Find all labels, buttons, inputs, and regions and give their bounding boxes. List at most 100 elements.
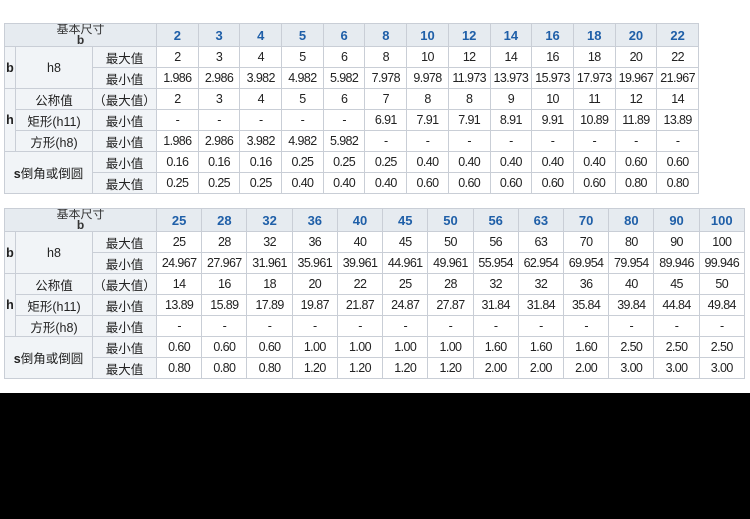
h-nominal-cell: 18	[246, 273, 293, 295]
h-rect-min-cell: 24.87	[382, 294, 429, 316]
b-min-cell: 2.986	[197, 67, 241, 89]
size-column-header: 22	[656, 23, 699, 47]
b-min-cell: 39.961	[336, 252, 384, 274]
s-min-cell: 0.40	[447, 151, 491, 173]
h-square-min-cell: 4.982	[281, 130, 324, 152]
b-min-cell: 1.986	[156, 67, 199, 89]
s-min-cell: 0.16	[239, 151, 283, 173]
s-min-cell: 0.60	[614, 151, 658, 173]
s-min-cell: 0.60	[201, 336, 248, 358]
s-max-cell: 0.60	[572, 172, 616, 194]
b-max-cell: 45	[382, 231, 429, 253]
h-rect-min-cell: 13.89	[656, 109, 699, 131]
b-min-cell: 17.973	[572, 67, 616, 89]
size-column-header: 3	[197, 23, 241, 47]
s-max-cell: 2.00	[517, 357, 565, 379]
square-min-label: 最小值	[91, 315, 158, 337]
h-rect-min-cell: 39.84	[608, 294, 655, 316]
s-min-cell: 1.00	[427, 336, 474, 358]
s-max-cell: 0.40	[322, 172, 366, 194]
h-rect-min-cell: -	[197, 109, 241, 131]
chamfer-label-cell: s倒角或倒圆	[4, 336, 93, 379]
b-max-cell: 25	[156, 231, 203, 253]
h-square-min-cell: -	[653, 315, 700, 337]
h-nominal-cell: 8	[447, 88, 491, 110]
size-column-header: 45	[382, 208, 429, 232]
b-symbol: b	[4, 231, 16, 274]
b-min-cell: 69.954	[562, 252, 610, 274]
s-max-cell: 0.60	[447, 172, 491, 194]
h-rect-min-cell: 27.87	[427, 294, 474, 316]
b-symbol: b	[4, 46, 16, 89]
h-nominal-row: h 公称值 （最大值） 14 16 18 20 22 25 28 32 32 36 40 45 50	[4, 273, 745, 337]
s-max-cell: 1.20	[291, 357, 338, 379]
b-min-cell: 15.973	[531, 67, 574, 89]
b-min-row: 最小值 1.986 2.986 3.982 4.982 5.982 7.978 9.978 11…	[5, 67, 699, 89]
h-rect-min-cell: 17.89	[246, 294, 293, 316]
s-min-cell: 0.60	[656, 151, 699, 173]
size-column-header: 8	[364, 23, 408, 47]
size-column-header: 63	[517, 208, 565, 232]
h-square-min-cell: -	[472, 315, 519, 337]
h-square-min-cell: -	[447, 130, 491, 152]
rect-label: 矩形(h11)	[15, 294, 93, 316]
b-max-cell: 10	[406, 46, 449, 68]
square-label: 方形(h8)	[15, 315, 93, 337]
chamfer-label: 倒角或倒圆	[20, 167, 84, 181]
h-square-min-cell: -	[382, 315, 429, 337]
h-rect-min-cell: 6.91	[364, 109, 408, 131]
b-min-cell: 44.961	[382, 252, 429, 274]
h-nominal-cell: 25	[382, 273, 429, 295]
s-max-cell: 0.40	[364, 172, 408, 194]
s-max-label: 最大值	[91, 172, 158, 194]
h-nominal-cell: 20	[291, 273, 338, 295]
h-nominal-cell: 8	[406, 88, 449, 110]
b-min-cell: 7.978	[364, 67, 408, 89]
h-square-min-cell: -	[572, 130, 616, 152]
size-column-header: 32	[246, 208, 293, 232]
h-square-min-cell: -	[656, 130, 699, 152]
b-min-row: 最小值 24.967 27.967 31.961 35.961 39.961 44.961 4…	[5, 252, 745, 274]
size-column-header: 18	[572, 23, 616, 47]
size-column-header: 70	[562, 208, 610, 232]
s-min-cell: 1.00	[291, 336, 338, 358]
s-min-cell: 2.50	[653, 336, 700, 358]
size-column-header: 80	[608, 208, 655, 232]
s-max-cell: 3.00	[653, 357, 700, 379]
h-square-row: 方形(h8) 最小值 - - - - - - - - - - - - -	[5, 315, 745, 337]
b-min-cell: 24.967	[156, 252, 203, 274]
h-square-min-cell: -	[291, 315, 338, 337]
h-rect-min-cell: -	[156, 109, 199, 131]
rect-label: 矩形(h11)	[15, 109, 93, 131]
size-column-header: 28	[201, 208, 248, 232]
h-symbol: h	[4, 88, 16, 152]
square-min-label: 最小值	[91, 130, 158, 152]
s-min-cell: 0.40	[572, 151, 616, 173]
h-nominal-cell: 32	[517, 273, 565, 295]
h-nominal-cell: 22	[336, 273, 384, 295]
size-column-header: 12	[447, 23, 491, 47]
h-nominal-cell: 5	[281, 88, 324, 110]
h-rect-row: 矩形(h11) 最小值 13.89 15.89 17.89 19.87 21.87 24.87…	[5, 294, 745, 316]
size-header-row: 基本尺寸 b 2 3 4 5 6 8 10 12 14 16 18 20 22	[3, 23, 699, 47]
b-max-cell: 5	[281, 46, 324, 68]
s-max-label: 最大值	[91, 357, 158, 379]
nominal-sub-label: （最大值）	[91, 88, 158, 110]
b-min-cell: 89.946	[653, 252, 700, 274]
b-max-cell: 56	[472, 231, 519, 253]
size-column-header: 5	[281, 23, 324, 47]
s-max-cell: 3.00	[608, 357, 655, 379]
s-min-label: 最小值	[91, 336, 158, 358]
b-min-cell: 55.954	[472, 252, 519, 274]
s-max-cell: 0.40	[281, 172, 324, 194]
h-rect-min-cell: 31.84	[517, 294, 565, 316]
size-column-header: 10	[406, 23, 449, 47]
b-min-cell: 21.967	[656, 67, 699, 89]
b-min-cell: 13.973	[489, 67, 533, 89]
b-min-cell: 35.961	[291, 252, 338, 274]
s-max-cell: 0.80	[246, 357, 293, 379]
b-max-cell: 3	[197, 46, 241, 68]
h-nominal-cell: 12	[614, 88, 658, 110]
h-rect-row: 矩形(h11) 最小值 - - - - -6.91 7.91 7.91 8.91 9.91 10.89…	[5, 109, 699, 131]
h-rect-min-cell: 49.84	[698, 294, 745, 316]
